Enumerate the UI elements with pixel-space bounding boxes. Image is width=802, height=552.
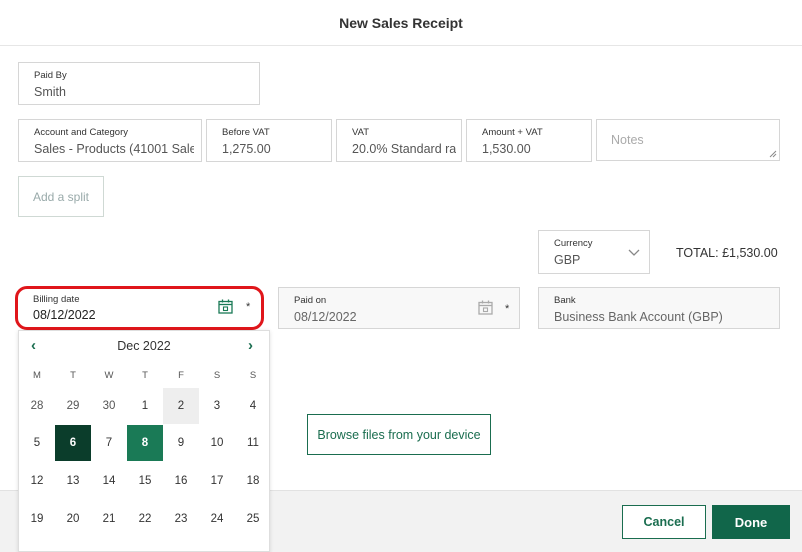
calendar-day[interactable]: 20	[55, 501, 91, 537]
bank-value: Business Bank Account (GBP)	[554, 310, 723, 324]
date-picker-calendar: ‹ Dec 2022 › M T W T F S S 28 29 30 1 2 3 4 5 6 7 8 9 10 11 1…	[18, 330, 270, 552]
amount-vat-value: 1,530.00	[482, 142, 531, 156]
calendar-day[interactable]: 24	[199, 501, 235, 537]
next-month-button[interactable]: ›	[248, 337, 253, 354]
add-split-button[interactable]: Add a split	[18, 176, 104, 217]
paid-by-field[interactable]: Paid By Smith	[18, 62, 260, 105]
account-category-value: Sales - Products (41001 Sales	[34, 142, 194, 156]
calendar-day[interactable]: 6	[55, 425, 91, 461]
calendar-day[interactable]: 14	[91, 463, 127, 499]
currency-value: GBP	[554, 253, 581, 267]
notes-textarea[interactable]: Notes	[596, 119, 780, 161]
calendar-day[interactable]: 15	[127, 463, 163, 499]
currency-select[interactable]: Currency GBP	[538, 230, 650, 274]
weekday-header: M	[33, 370, 41, 381]
paid-on-required: *	[505, 303, 510, 315]
calendar-day[interactable]: 18	[235, 463, 271, 499]
account-category-label: Account and Category	[34, 127, 129, 138]
calendar-day[interactable]: 29	[55, 388, 91, 424]
resize-grip-icon[interactable]	[769, 150, 777, 158]
weekday-header: F	[178, 370, 184, 381]
total-amount: TOTAL: £1,530.00	[676, 246, 778, 260]
before-vat-value: 1,275.00	[222, 142, 271, 156]
amount-vat-field[interactable]: Amount + VAT 1,530.00	[466, 119, 592, 162]
calendar-day[interactable]: 10	[199, 425, 235, 461]
weekday-header: W	[104, 370, 114, 381]
calendar-day[interactable]: 17	[199, 463, 235, 499]
billing-date-highlight	[15, 286, 264, 330]
dialog-title: New Sales Receipt	[339, 15, 463, 31]
account-category-field[interactable]: Account and Category Sales - Products (4…	[18, 119, 202, 162]
calendar-day[interactable]: 2	[163, 388, 199, 424]
cancel-button[interactable]: Cancel	[622, 505, 706, 539]
calendar-day[interactable]: 4	[235, 388, 271, 424]
currency-label: Currency	[554, 238, 593, 249]
dialog-header: New Sales Receipt	[0, 0, 802, 46]
calendar-day[interactable]: 21	[91, 501, 127, 537]
paid-by-label: Paid By	[34, 70, 67, 81]
calendar-day[interactable]: 22	[127, 501, 163, 537]
vat-field[interactable]: VAT 20.0% Standard ra	[336, 119, 462, 162]
paid-by-value: Smith	[34, 85, 66, 99]
paid-on-label: Paid on	[294, 295, 327, 306]
calendar-day[interactable]: 8	[127, 425, 163, 461]
browse-files-button[interactable]: Browse files from your device	[307, 414, 491, 455]
vat-value: 20.0% Standard ra	[352, 142, 456, 156]
vat-label: VAT	[352, 127, 370, 138]
before-vat-label: Before VAT	[222, 127, 270, 138]
calendar-day[interactable]: 13	[55, 463, 91, 499]
calendar-day[interactable]: 12	[19, 463, 55, 499]
calendar-day[interactable]: 3	[199, 388, 235, 424]
calendar-day[interactable]: 5	[19, 425, 55, 461]
paid-on-value: 08/12/2022	[294, 310, 357, 324]
calendar-month-title: Dec 2022	[117, 339, 171, 353]
notes-placeholder: Notes	[611, 133, 644, 147]
bank-field[interactable]: Bank Business Bank Account (GBP)	[538, 287, 780, 329]
calendar-day[interactable]: 9	[163, 425, 199, 461]
weekday-header: T	[142, 370, 148, 381]
calendar-day[interactable]: 28	[19, 388, 55, 424]
calendar-day[interactable]: 30	[91, 388, 127, 424]
calendar-day[interactable]: 1	[127, 388, 163, 424]
calendar-day[interactable]: 25	[235, 501, 271, 537]
calendar-icon[interactable]	[478, 300, 493, 315]
calendar-day[interactable]: 19	[19, 501, 55, 537]
done-button[interactable]: Done	[712, 505, 790, 539]
calendar-day[interactable]: 16	[163, 463, 199, 499]
calendar-day[interactable]: 11	[235, 425, 271, 461]
calendar-day[interactable]: 7	[91, 425, 127, 461]
weekday-header: T	[70, 370, 76, 381]
before-vat-field[interactable]: Before VAT 1,275.00	[206, 119, 332, 162]
bank-label: Bank	[554, 295, 576, 306]
weekday-header: S	[249, 370, 257, 381]
calendar-day[interactable]: 23	[163, 501, 199, 537]
weekday-header: S	[213, 370, 221, 381]
paid-on-field[interactable]: Paid on 08/12/2022 *	[278, 287, 520, 329]
chevron-down-icon	[628, 249, 640, 256]
amount-vat-label: Amount + VAT	[482, 127, 543, 138]
